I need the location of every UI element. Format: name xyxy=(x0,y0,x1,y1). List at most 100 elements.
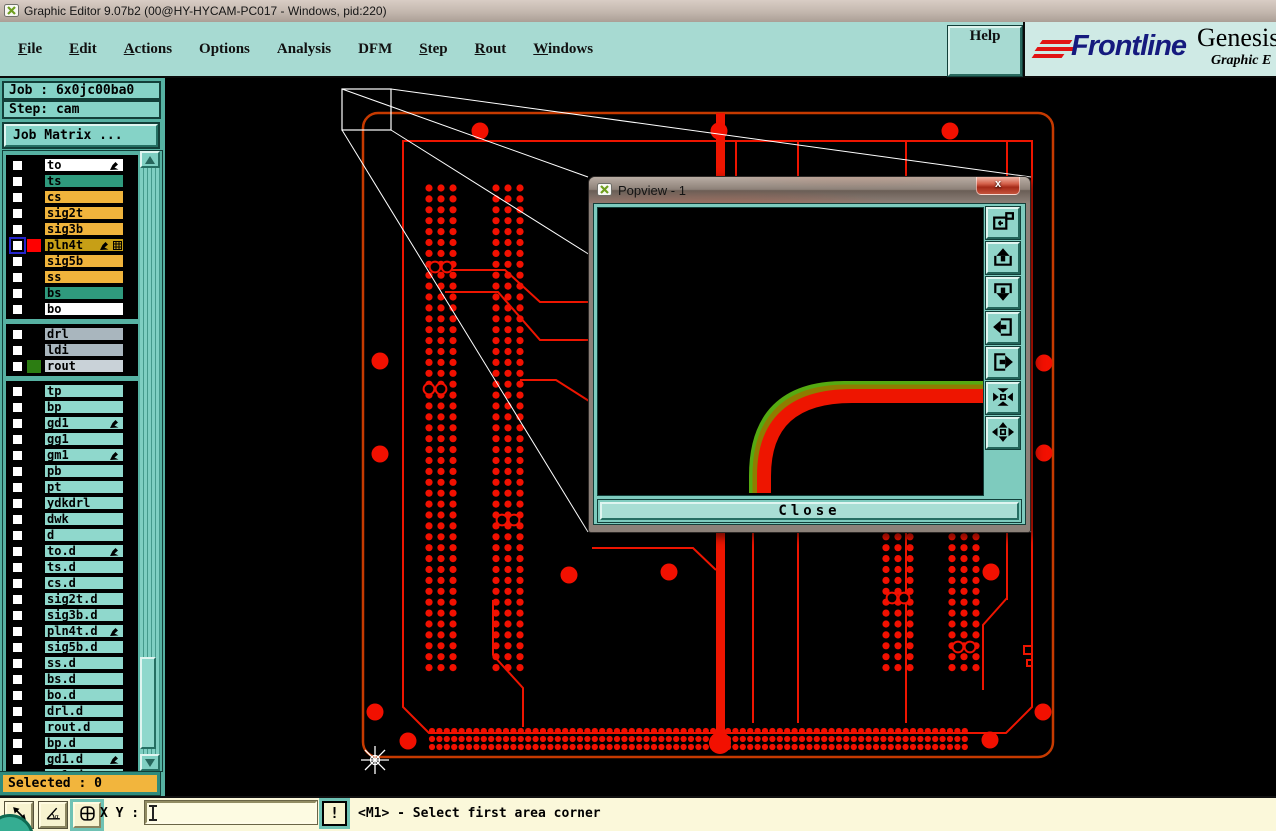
layer-row-bp.d[interactable]: bp.d xyxy=(8,735,136,751)
layer-label[interactable]: drl xyxy=(44,327,124,341)
layer-color-swatch[interactable] xyxy=(27,481,41,494)
layer-color-swatch[interactable] xyxy=(27,238,41,252)
layer-checkbox[interactable] xyxy=(11,158,24,172)
layer-label[interactable]: rout.d xyxy=(44,720,124,734)
layer-label[interactable]: sig3b xyxy=(44,222,124,236)
layer-color-swatch[interactable] xyxy=(27,207,41,220)
coordinate-input[interactable] xyxy=(144,800,318,825)
layer-checkbox[interactable] xyxy=(11,656,24,670)
layer-checkbox[interactable] xyxy=(11,400,24,414)
scrollbar-thumb[interactable] xyxy=(140,657,156,749)
menu-item-edit[interactable]: Edit xyxy=(69,41,97,58)
layer-color-swatch[interactable] xyxy=(27,344,41,357)
layer-checkbox[interactable] xyxy=(11,254,24,268)
layer-checkbox[interactable] xyxy=(11,480,24,494)
layer-label[interactable]: pt xyxy=(44,480,124,494)
layer-row-sig2t[interactable]: sig2t xyxy=(8,205,136,221)
layer-color-swatch[interactable] xyxy=(27,529,41,542)
job-matrix-button[interactable]: Job Matrix ... xyxy=(2,122,160,149)
popview-close-x-button[interactable]: x xyxy=(976,177,1020,195)
layer-color-swatch[interactable] xyxy=(27,577,41,590)
layer-label[interactable]: bs xyxy=(44,286,124,300)
layer-label[interactable]: pln4t xyxy=(44,238,124,252)
layer-color-swatch[interactable] xyxy=(27,657,41,670)
layer-color-swatch[interactable] xyxy=(27,737,41,750)
layer-color-swatch[interactable] xyxy=(27,401,41,414)
layer-color-swatch[interactable] xyxy=(27,385,41,398)
layer-checkbox[interactable] xyxy=(11,560,24,574)
layer-row-sig5b.d[interactable]: sig5b.d xyxy=(8,639,136,655)
layer-color-swatch[interactable] xyxy=(27,753,41,766)
layer-checkbox[interactable] xyxy=(11,359,24,373)
layer-checkbox[interactable] xyxy=(11,496,24,510)
layer-row-rout[interactable]: rout xyxy=(8,358,136,374)
layer-checkbox[interactable] xyxy=(11,736,24,750)
layer-label[interactable]: ts.d xyxy=(44,560,124,574)
layer-label[interactable]: pb xyxy=(44,464,124,478)
layer-checkbox[interactable] xyxy=(11,432,24,446)
layer-row-ss[interactable]: ss xyxy=(8,269,136,285)
layer-color-swatch[interactable] xyxy=(27,545,41,558)
layer-label[interactable]: ydkdrl xyxy=(44,496,124,510)
layer-label[interactable]: pln4t.d xyxy=(44,624,124,638)
layer-label[interactable]: ss xyxy=(44,270,124,284)
layer-label[interactable]: cs xyxy=(44,190,124,204)
layer-color-swatch[interactable] xyxy=(27,705,41,718)
layer-row-bs[interactable]: bs xyxy=(8,285,136,301)
layer-row-to.d[interactable]: to.d xyxy=(8,543,136,559)
layer-checkbox[interactable] xyxy=(11,672,24,686)
layer-label[interactable]: bs.d xyxy=(44,672,124,686)
menu-item-rout[interactable]: Rout xyxy=(475,41,507,58)
layer-label[interactable]: ldi xyxy=(44,343,124,357)
layer-label[interactable]: bp xyxy=(44,400,124,414)
layer-color-swatch[interactable] xyxy=(27,641,41,654)
layer-color-swatch[interactable] xyxy=(27,593,41,606)
layer-checkbox[interactable] xyxy=(11,688,24,702)
layer-color-swatch[interactable] xyxy=(27,513,41,526)
layer-color-swatch[interactable] xyxy=(27,359,41,373)
scrollbar-down-button[interactable] xyxy=(140,754,160,771)
layer-color-swatch[interactable] xyxy=(27,689,41,702)
layer-label[interactable]: to xyxy=(44,158,124,172)
layer-row-gg1[interactable]: gg1 xyxy=(8,431,136,447)
layer-checkbox[interactable] xyxy=(11,206,24,220)
menu-item-analysis[interactable]: Analysis xyxy=(277,41,331,58)
layer-color-swatch[interactable] xyxy=(27,303,41,316)
layer-checkbox[interactable] xyxy=(11,190,24,204)
layer-row-bp[interactable]: bp xyxy=(8,399,136,415)
layer-checkbox[interactable] xyxy=(11,752,24,766)
layer-checkbox[interactable] xyxy=(11,608,24,622)
menu-item-dfm[interactable]: DFM xyxy=(358,41,392,58)
layer-checkbox[interactable] xyxy=(11,286,24,300)
layer-color-swatch[interactable] xyxy=(27,255,41,268)
popview-tool-zoom-center-button[interactable] xyxy=(985,381,1021,415)
popview-tool-pan-left-button[interactable] xyxy=(985,311,1021,345)
layer-color-swatch[interactable] xyxy=(27,271,41,284)
layer-color-swatch[interactable] xyxy=(27,561,41,574)
menu-item-windows[interactable]: Windows xyxy=(533,41,593,58)
layer-label[interactable]: bo.d xyxy=(44,688,124,702)
layer-label[interactable]: gd1.d xyxy=(44,752,124,766)
layer-row-gd1.d[interactable]: gd1.d xyxy=(8,751,136,767)
layer-label[interactable]: gd1 xyxy=(44,416,124,430)
popview-tool-pan-all-button[interactable] xyxy=(985,416,1021,450)
layer-checkbox[interactable] xyxy=(11,302,24,316)
layer-checkbox[interactable] xyxy=(9,236,26,254)
layer-row-dwk[interactable]: dwk xyxy=(8,511,136,527)
layer-label[interactable]: gg1 xyxy=(44,432,124,446)
layer-color-swatch[interactable] xyxy=(27,625,41,638)
layer-checkbox[interactable] xyxy=(11,640,24,654)
layer-color-swatch[interactable] xyxy=(27,497,41,510)
layer-label[interactable]: rout xyxy=(44,359,124,373)
tool-grid-toggle-button[interactable] xyxy=(70,799,104,831)
layer-label[interactable]: sig5b xyxy=(44,254,124,268)
layer-row-pln4t.d[interactable]: pln4t.d xyxy=(8,623,136,639)
layer-scrollbar[interactable] xyxy=(140,151,160,771)
menu-item-help[interactable]: Help xyxy=(947,25,1023,77)
layer-row-rout.d[interactable]: rout.d xyxy=(8,719,136,735)
layer-checkbox[interactable] xyxy=(11,576,24,590)
popview-viewport[interactable] xyxy=(597,207,984,496)
layer-color-swatch[interactable] xyxy=(27,191,41,204)
layer-label[interactable]: bp.d xyxy=(44,736,124,750)
layer-checkbox[interactable] xyxy=(11,704,24,718)
